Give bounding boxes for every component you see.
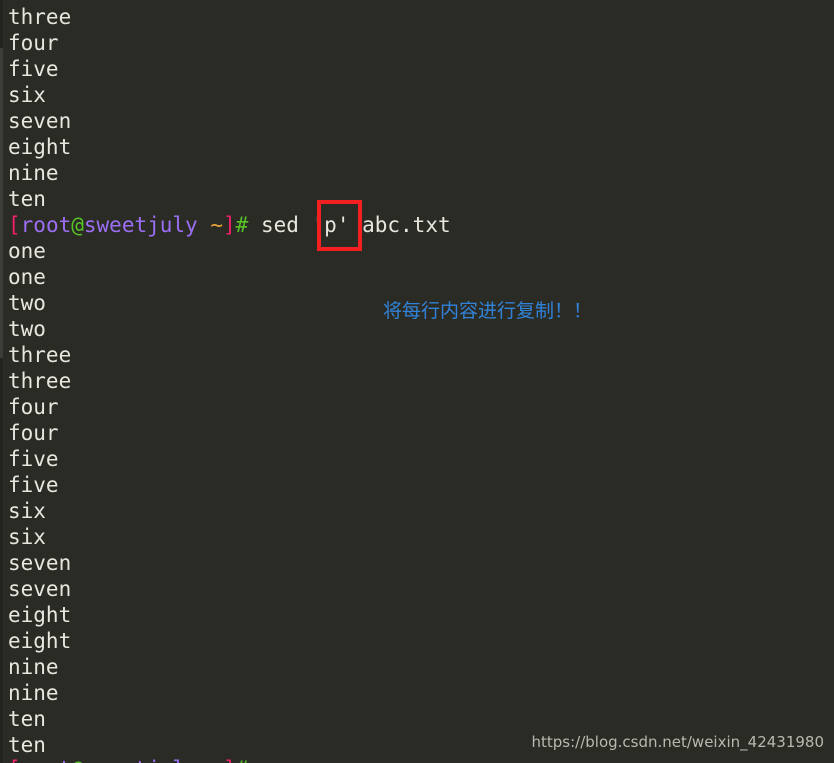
output-line: five [8, 57, 59, 81]
watermark-url: https://blog.csdn.net/weixin_42431980 [531, 733, 824, 751]
prompt-user: root [20, 213, 72, 237]
output-line: four [8, 395, 59, 419]
command-prefix: sed [248, 213, 312, 237]
output-line: five [8, 447, 59, 471]
prompt-hostname: sweetjuly [84, 757, 198, 763]
output-line: five [8, 473, 59, 497]
output-line: six [8, 525, 46, 549]
prompt-open-bracket: [ [8, 757, 21, 763]
prompt-close-bracket: ] [223, 757, 236, 763]
prompt-symbol: # [236, 757, 249, 763]
prompt-at-symbol: @ [71, 213, 84, 237]
next-prompt-line-clipped: [root@sweetjuly ~]# [8, 756, 248, 763]
output-line: three [8, 369, 72, 393]
output-line: eight [8, 135, 72, 159]
output-line: seven [8, 551, 72, 575]
output-line: six [8, 83, 46, 107]
prompt-open-bracket: [ [8, 213, 21, 237]
terminal-window[interactable]: three four five six seven eight nine ten… [0, 0, 834, 763]
terminal-screen[interactable]: three four five six seven eight nine ten… [0, 0, 834, 763]
output-line: seven [8, 109, 72, 133]
prompt-path: ~ [210, 213, 223, 237]
output-block-before: three four five six seven eight nine ten [8, 4, 834, 212]
output-line: ten [8, 187, 46, 211]
output-line: eight [8, 603, 72, 627]
prompt-hostname: sweetjuly [83, 213, 198, 237]
output-line: one [8, 239, 46, 263]
prompt-path: ~ [210, 757, 223, 763]
prompt-user: root [21, 757, 72, 763]
output-line: nine [8, 161, 59, 185]
command-highlighted-arg: 'p' [311, 213, 350, 237]
output-line: four [8, 31, 59, 55]
output-line: eight [8, 629, 72, 653]
annotation-note: 将每行内容进行复制！！ [383, 300, 593, 322]
prompt-at-symbol: @ [71, 757, 84, 763]
output-line: three [8, 5, 72, 29]
output-line: nine [8, 655, 59, 679]
output-line: four [8, 421, 59, 445]
output-line: ten [8, 707, 46, 731]
prompt-symbol: # [235, 213, 249, 237]
command-line[interactable]: [root@sweetjuly ~]# sed 'p' abc.txt [8, 212, 834, 238]
command-suffix: abc.txt [349, 213, 451, 237]
output-line: seven [8, 577, 72, 601]
prompt-close-bracket: ] [223, 213, 236, 237]
output-line: three [8, 343, 72, 367]
output-line: nine [8, 681, 59, 705]
output-line: six [8, 499, 46, 523]
output-line: one [8, 265, 46, 289]
